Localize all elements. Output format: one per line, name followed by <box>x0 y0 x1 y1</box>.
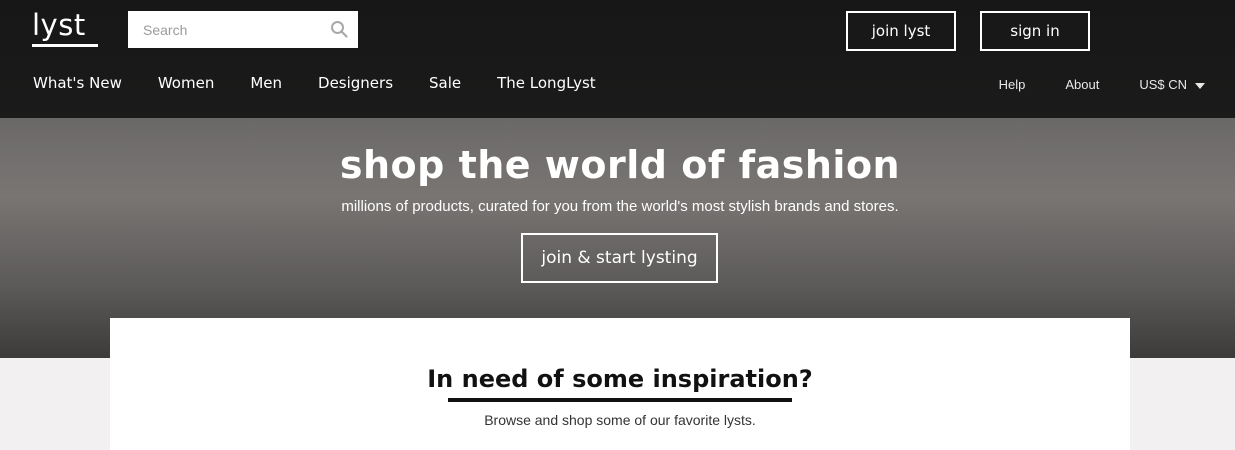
inspiration-title: In need of some inspiration? <box>427 365 813 393</box>
search-box <box>128 11 358 48</box>
about-link[interactable]: About <box>1065 77 1099 92</box>
nav-item-men[interactable]: Men <box>250 74 282 92</box>
currency-selector[interactable]: US$ CN <box>1139 77 1205 92</box>
hero-title: shop the world of fashion <box>339 143 901 187</box>
currency-label: US$ CN <box>1139 77 1187 92</box>
join-lyst-button[interactable]: join lyst <box>846 11 956 51</box>
nav-item-sale[interactable]: Sale <box>429 74 461 92</box>
chevron-down-icon <box>1195 82 1205 89</box>
top-navigation-bar: lyst join lyst sign in What's New Women … <box>0 0 1235 118</box>
sign-in-button[interactable]: sign in <box>980 11 1090 51</box>
nav-item-designers[interactable]: Designers <box>318 74 393 92</box>
inspiration-section: In need of some inspiration? Browse and … <box>110 318 1130 450</box>
join-start-lysting-button[interactable]: join & start lysting <box>521 233 718 283</box>
search-icon[interactable] <box>330 20 348 38</box>
main-category-nav: What's New Women Men Designers Sale The … <box>33 74 632 92</box>
hero-subtitle: millions of products, curated for you fr… <box>341 198 899 215</box>
utility-nav: Help About US$ CN <box>959 77 1205 92</box>
search-input[interactable] <box>143 21 323 38</box>
logo-underline <box>32 44 98 47</box>
help-link[interactable]: Help <box>999 77 1026 92</box>
lyst-logo[interactable]: lyst <box>32 8 98 48</box>
inspiration-title-underline <box>448 398 792 402</box>
nav-item-the-longlyst[interactable]: The LongLyst <box>497 74 596 92</box>
inspiration-subtitle: Browse and shop some of our favorite lys… <box>484 412 756 428</box>
nav-item-women[interactable]: Women <box>158 74 214 92</box>
nav-item-whats-new[interactable]: What's New <box>33 74 122 92</box>
